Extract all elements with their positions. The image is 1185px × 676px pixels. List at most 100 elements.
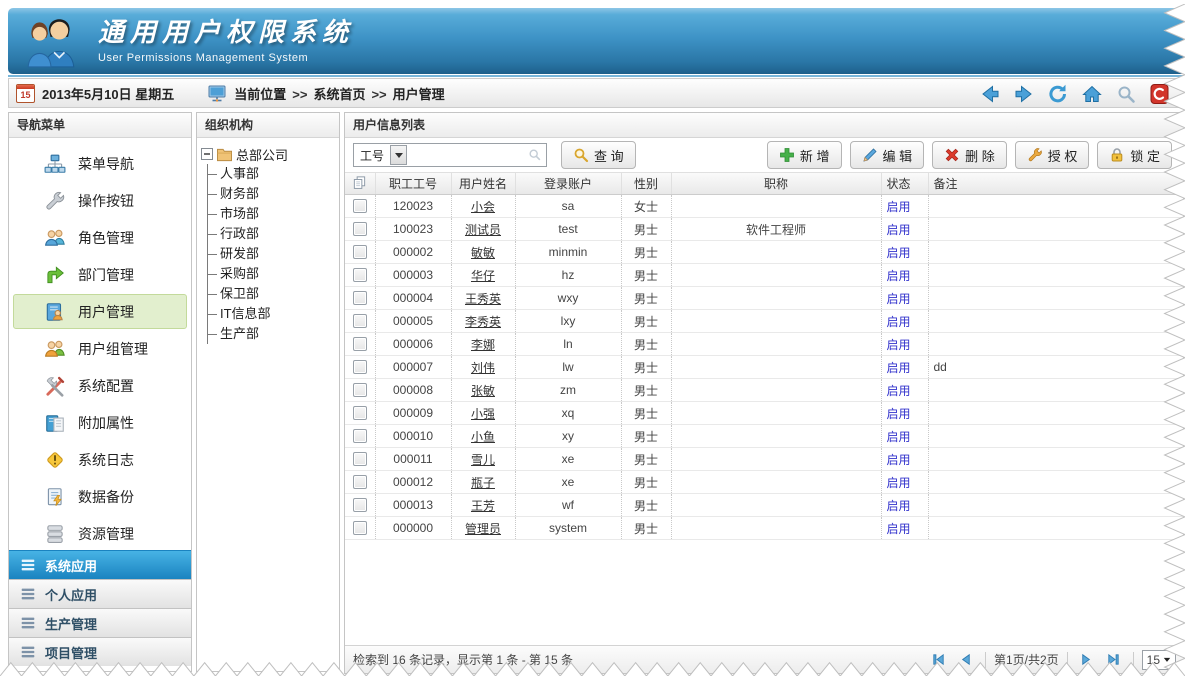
nav-menu-item[interactable]: 用户组管理: [13, 331, 187, 366]
combo-dropdown-button[interactable]: [390, 145, 407, 165]
user-name-link[interactable]: 小强: [471, 407, 495, 421]
row-checkbox[interactable]: [353, 199, 367, 213]
row-checkbox-cell: [345, 241, 375, 264]
back-button[interactable]: [978, 82, 1002, 106]
column-header-title[interactable]: 职称: [671, 173, 881, 195]
row-checkbox[interactable]: [353, 245, 367, 259]
select-all-icon[interactable]: [345, 173, 375, 195]
column-header-id[interactable]: 职工工号: [375, 173, 451, 195]
user-name-link[interactable]: 瓶子: [471, 476, 495, 490]
chevron-down-icon: [395, 153, 403, 162]
nav-menu-item[interactable]: 角色管理: [13, 220, 187, 255]
row-checkbox[interactable]: [353, 337, 367, 351]
user-name-link[interactable]: 小会: [471, 200, 495, 214]
user-name-link[interactable]: 李秀英: [465, 315, 501, 329]
nav-item-label: 部门管理: [78, 265, 134, 285]
first-page-button[interactable]: [928, 649, 950, 671]
page-size-select[interactable]: 15: [1142, 650, 1176, 670]
nav-menu-item[interactable]: 资源管理: [13, 516, 187, 550]
column-header-gender[interactable]: 性别: [621, 173, 671, 195]
user-name-link[interactable]: 敏敏: [471, 246, 495, 260]
collapse-toggle-icon[interactable]: [201, 148, 213, 160]
home-button[interactable]: [1080, 82, 1104, 106]
user-name-link[interactable]: 华仔: [471, 269, 495, 283]
cell-note: [928, 264, 1184, 287]
tree-node[interactable]: 行政部: [208, 224, 335, 244]
nav-menu-item[interactable]: 用户管理: [13, 294, 187, 329]
row-checkbox[interactable]: [353, 383, 367, 397]
row-checkbox[interactable]: [353, 360, 367, 374]
forward-button[interactable]: [1012, 82, 1036, 106]
next-page-button[interactable]: [1076, 649, 1098, 671]
row-checkbox[interactable]: [353, 222, 367, 236]
column-header-note[interactable]: 备注: [928, 173, 1184, 195]
nav-menu-item[interactable]: 系统日志: [13, 442, 187, 477]
toolbar-button[interactable]: 编 辑: [850, 141, 925, 169]
refresh-button[interactable]: [1046, 82, 1070, 106]
cell-job-title: [671, 333, 881, 356]
row-checkbox[interactable]: [353, 429, 367, 443]
row-checkbox-cell: [345, 287, 375, 310]
row-checkbox[interactable]: [353, 452, 367, 466]
accordion-header[interactable]: 系统应用: [9, 550, 191, 579]
toolbar-button[interactable]: 删 除: [932, 141, 1007, 169]
column-header-name[interactable]: 用户姓名: [451, 173, 515, 195]
tree-node[interactable]: 采购部: [208, 264, 335, 284]
prev-page-button[interactable]: [955, 649, 977, 671]
user-name-link[interactable]: 管理员: [465, 522, 501, 536]
search-button[interactable]: [1114, 82, 1138, 106]
query-button[interactable]: 查 询: [561, 141, 636, 169]
tree-node[interactable]: 市场部: [208, 204, 335, 224]
power-button[interactable]: [1148, 82, 1172, 106]
breadcrumb-item[interactable]: >>用户管理: [365, 87, 444, 102]
user-name-link[interactable]: 王芳: [471, 499, 495, 513]
search-input[interactable]: [408, 145, 524, 165]
breadcrumb-item[interactable]: >>系统首页: [286, 87, 365, 102]
nav-menu-item[interactable]: 附加属性: [13, 405, 187, 440]
user-name-link[interactable]: 小鱼: [471, 430, 495, 444]
row-checkbox[interactable]: [353, 475, 367, 489]
tree-root-node[interactable]: 总部公司: [201, 144, 335, 164]
row-checkbox-cell: [345, 448, 375, 471]
cell-gender: 男士: [621, 517, 671, 540]
nav-menu-item[interactable]: 操作按钮: [13, 183, 187, 218]
user-name-link[interactable]: 张敏: [471, 384, 495, 398]
row-checkbox[interactable]: [353, 314, 367, 328]
tree-node[interactable]: 财务部: [208, 184, 335, 204]
toolbar-button[interactable]: 新 增: [767, 141, 842, 169]
row-checkbox[interactable]: [353, 291, 367, 305]
last-page-button[interactable]: [1103, 649, 1125, 671]
user-name-link[interactable]: 测试员: [465, 223, 501, 237]
nav-menu-item[interactable]: 部门管理: [13, 257, 187, 292]
column-header-account[interactable]: 登录账户: [515, 173, 621, 195]
accordion-header[interactable]: 生产管理: [9, 608, 191, 637]
toolbar-button[interactable]: 锁 定: [1097, 141, 1172, 169]
toolbar-button[interactable]: 授 权: [1015, 141, 1090, 169]
column-header-status[interactable]: 状态: [881, 173, 928, 195]
cell-status: 启用: [881, 425, 928, 448]
row-checkbox[interactable]: [353, 406, 367, 420]
nav-item-label: 用户组管理: [78, 339, 148, 359]
cell-user-name: 雪儿: [451, 448, 515, 471]
row-checkbox[interactable]: [353, 521, 367, 535]
nav-item-icon: [44, 375, 66, 397]
row-checkbox[interactable]: [353, 498, 367, 512]
tree-node[interactable]: 生产部: [208, 324, 335, 344]
user-name-link[interactable]: 李娜: [471, 338, 495, 352]
user-name-link[interactable]: 刘伟: [471, 361, 495, 375]
nav-menu-item[interactable]: 菜单导航: [13, 146, 187, 181]
user-name-link[interactable]: 王秀英: [465, 292, 501, 306]
cell-gender: 男士: [621, 356, 671, 379]
tree-node[interactable]: 人事部: [208, 164, 335, 184]
tree-node[interactable]: IT信息部: [208, 304, 335, 324]
cell-account: wf: [515, 494, 621, 517]
nav-menu-item[interactable]: 数据备份: [13, 479, 187, 514]
nav-menu-item[interactable]: 系统配置: [13, 368, 187, 403]
tree-node[interactable]: 研发部: [208, 244, 335, 264]
nav-menu: 菜单导航操作按钮角色管理部门管理用户管理用户组管理系统配置附加属性系统日志数据备…: [9, 138, 191, 550]
row-checkbox[interactable]: [353, 268, 367, 282]
accordion-header[interactable]: 个人应用: [9, 579, 191, 608]
accordion-header[interactable]: 项目管理: [9, 637, 191, 666]
user-name-link[interactable]: 雪儿: [471, 453, 495, 467]
tree-node[interactable]: 保卫部: [208, 284, 335, 304]
